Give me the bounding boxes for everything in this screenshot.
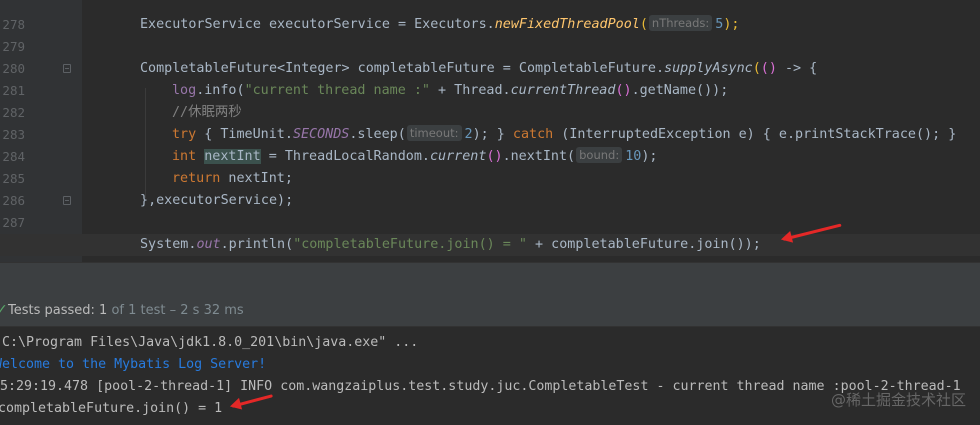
code-comment: //休眠两秒 bbox=[172, 105, 242, 120]
param-hint: timeout: bbox=[406, 125, 462, 141]
code-line-287: 287 },executorService); bbox=[0, 190, 980, 230]
code-line-280: 280 bbox=[0, 36, 980, 76]
code-line-281: 281 CompletableFuture<Integer> completab… bbox=[0, 58, 980, 98]
test-status-bar: ✓ Tests passed: 1 of 1 test – 2 s 32 ms bbox=[0, 294, 980, 327]
code-line-283: 283 //休眠两秒 bbox=[0, 102, 980, 142]
code-text: },executorService); bbox=[140, 193, 294, 208]
code-text: return nextInt; bbox=[172, 171, 293, 186]
code-text: ExecutorService executorService = Execut… bbox=[140, 15, 740, 32]
code-line-285: 285 int nextInt = ThreadLocalRandom.curr… bbox=[0, 146, 980, 186]
tests-summary: Tests passed: 1 of 1 test – 2 s 32 ms bbox=[8, 303, 244, 318]
code-text: try { TimeUnit.SECONDS.sleep(timeout: 2);… bbox=[172, 125, 957, 142]
console-line: 15:29:19.478 [pool-2-thread-1] INFO com.… bbox=[0, 379, 961, 394]
code-text: System.out.println("completableFuture.jo… bbox=[140, 237, 761, 252]
code-text: CompletableFuture<Integer> completableFu… bbox=[140, 61, 818, 76]
code-line-282: 282 log.info("current thread name :" + T… bbox=[0, 80, 980, 120]
code-text: log.info("current thread name :" + Threa… bbox=[172, 83, 729, 98]
code-line-278: 278 bbox=[0, 0, 980, 32]
code-line-289: 289 System.out.println("completableFutur… bbox=[0, 234, 980, 262]
console-line: completableFuture.join() = 1 bbox=[0, 401, 223, 416]
fold-toggle-icon[interactable] bbox=[63, 196, 71, 205]
param-hint: nThreads: bbox=[648, 15, 713, 31]
fold-toggle-icon[interactable] bbox=[63, 64, 71, 73]
param-hint: bound: bbox=[576, 147, 623, 163]
code-text: int nextInt = ThreadLocalRandom.current(… bbox=[172, 147, 658, 164]
run-console[interactable]: "C:\Program Files\Java\jdk1.8.0_201\bin\… bbox=[0, 327, 980, 425]
code-line-286: 286 return nextInt; bbox=[0, 168, 980, 208]
watermark: @稀土掘金技术社区 bbox=[830, 391, 966, 409]
console-line: Welcome to the Mybatis Log Server! bbox=[0, 357, 267, 372]
check-icon: ✓ bbox=[0, 302, 8, 318]
console-line: "C:\Program Files\Java\jdk1.8.0_201\bin\… bbox=[0, 335, 419, 350]
highlighted-variable: nextInt bbox=[204, 149, 261, 164]
code-line-288: 288 bbox=[0, 212, 980, 252]
code-editor[interactable]: 278 279 ExecutorService executorService … bbox=[0, 0, 980, 262]
tool-window-divider[interactable] bbox=[0, 262, 980, 294]
code-line-284: 284 try { TimeUnit.SECONDS.sleep(timeout… bbox=[0, 124, 980, 164]
code-line-279: 279 ExecutorService executorService = Ex… bbox=[0, 14, 980, 54]
